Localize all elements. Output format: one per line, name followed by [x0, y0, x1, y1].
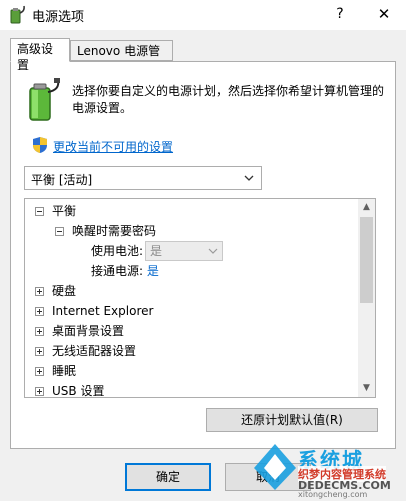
tree-item-on-battery: 使用电池:	[91, 241, 143, 261]
uac-shield-icon	[33, 137, 47, 153]
on-battery-label: 使用电池:	[91, 244, 144, 258]
scroll-thumb[interactable]	[360, 217, 373, 303]
expand-icon[interactable]	[35, 347, 44, 356]
tree-item-wireless-adapter[interactable]: 无线适配器设置	[35, 341, 136, 361]
help-button[interactable]: ?	[330, 3, 350, 25]
expand-icon[interactable]	[35, 287, 44, 296]
expand-icon[interactable]	[35, 387, 44, 396]
change-unavailable-settings-link[interactable]: 更改当前不可用的设置	[53, 138, 173, 155]
watermark: 系统城 织梦内容管理系统 DEDECMS.COM xitongcheng.com	[252, 440, 406, 501]
tree-item-sleep[interactable]: 睡眠	[35, 361, 76, 381]
tree-item-usb-settings[interactable]: USB 设置	[35, 381, 104, 397]
chevron-down-icon	[208, 248, 218, 254]
restore-defaults-button[interactable]: 还原计划默认值(R)	[206, 408, 378, 432]
expand-icon[interactable]	[35, 307, 44, 316]
scroll-down-arrow-icon[interactable]: ▼	[358, 380, 375, 397]
intro-text: 选择你要自定义的电源计划，然后选择你希望计算机管理的电源设置。	[72, 84, 385, 115]
tab-advanced-settings[interactable]: 高级设置	[10, 38, 70, 72]
ok-button[interactable]: 确定	[125, 463, 211, 491]
tree-item-wake-password[interactable]: 唤醒时需要密码	[55, 221, 156, 241]
tree-item-desktop-background[interactable]: 桌面背景设置	[35, 321, 124, 341]
expand-icon[interactable]	[35, 327, 44, 336]
title-bar: 电源选项 ? ✕	[0, 0, 406, 30]
collapse-icon[interactable]	[35, 207, 44, 216]
tab-lenovo-power[interactable]: Lenovo 电源管理	[70, 40, 173, 74]
tree-item-plugged-in: 接通电源: 是	[91, 261, 159, 281]
on-battery-select[interactable]: 是	[145, 241, 223, 261]
battery-plan-icon	[29, 78, 60, 121]
close-button[interactable]: ✕	[372, 3, 396, 25]
collapse-icon[interactable]	[55, 227, 64, 236]
tree-item-hard-disk[interactable]: 硬盘	[35, 281, 76, 301]
plugged-in-value[interactable]: 是	[147, 264, 159, 278]
tree-scrollbar[interactable]: ▲ ▼	[358, 199, 375, 397]
plugged-in-label: 接通电源:	[91, 264, 144, 278]
scroll-up-arrow-icon[interactable]: ▲	[358, 199, 375, 216]
settings-tree[interactable]: 平衡 唤醒时需要密码 使用电池: 是 接通电源: 是 硬盘 Internet E…	[24, 198, 376, 398]
expand-icon[interactable]	[35, 367, 44, 376]
window-title: 电源选项	[32, 10, 85, 25]
xitongcheng-logo-icon	[254, 444, 296, 490]
power-plan-select[interactable]: 平衡 [活动]	[24, 166, 262, 190]
tree-item-internet-explorer[interactable]: Internet Explorer	[35, 301, 153, 321]
tree-item-balanced[interactable]: 平衡	[35, 201, 76, 221]
chevron-down-icon	[244, 175, 254, 181]
watermark-url: xitongcheng.com	[298, 490, 368, 499]
power-plan-selected: 平衡 [活动]	[31, 173, 93, 187]
power-options-icon	[10, 5, 25, 24]
on-battery-value: 是	[150, 244, 163, 258]
